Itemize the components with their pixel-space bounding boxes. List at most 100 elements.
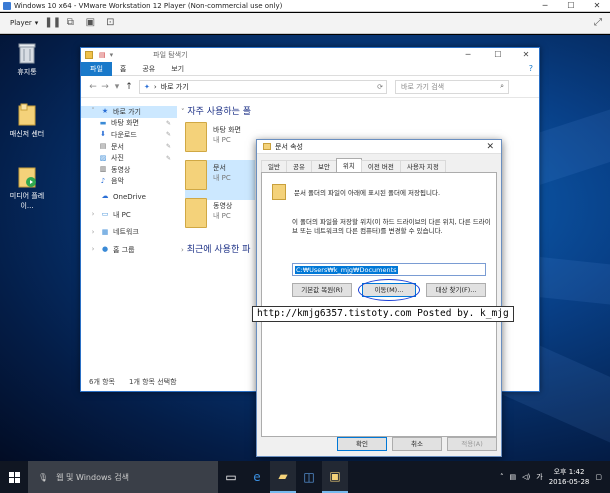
show-hidden-icons-icon[interactable]: ˄ [500,473,504,481]
restore-default-button[interactable]: 기본값 복원(R) [292,283,352,297]
sidebar-item-label: 내 PC [113,210,131,219]
find-target-button[interactable]: 대상 찾기(F)... [426,283,486,297]
vmware-app-icon [3,1,11,10]
desktop-icon-label: 미디어 플레이... [9,192,45,210]
network-icon: ▦ [101,227,109,236]
sidebar-item-onedrive[interactable]: ☁ OneDrive [81,191,177,203]
sidebar-item-downloads[interactable]: ⬇ 다운로드 ✎ [81,129,177,141]
apply-button[interactable]: 적용(A) [447,437,497,451]
taskbar-search-box[interactable]: 🎙 웹 및 Windows 검색 [28,461,218,493]
picture-icon: ▨ [99,153,107,162]
unity-icon[interactable]: ⊡ [104,17,116,29]
folder-icon [185,122,207,152]
chevron-right-icon: › [91,227,95,236]
up-arrow-icon[interactable]: ↑ [123,82,135,92]
desktop-icon-messenger-center[interactable]: 매신저 센터 [4,103,50,139]
section-header-frequent[interactable]: ˅ 자주 사용하는 폴 [181,104,251,117]
player-menu-label: Player [10,19,32,27]
file-explorer-taskbar-icon[interactable]: ▰ [270,461,296,493]
windows-logo-icon [8,471,20,483]
status-item-count: 6개 항목 [89,378,115,386]
folder-name: 바탕 화면 [213,126,241,134]
address-bar[interactable]: ✦ › 바로 가기 ⟳ [139,79,387,94]
ribbon-tab-view[interactable]: 보기 [163,62,192,76]
chevron-right-icon: › [91,210,95,219]
explorer-close-button[interactable]: ✕ [511,48,541,62]
dialog-titlebar: 문서 속성 ✕ [257,140,501,154]
tab-previous-versions[interactable]: 이전 버전 [360,160,401,172]
ribbon-tab-share[interactable]: 공유 [134,62,163,76]
tab-customize[interactable]: 사용자 지정 [399,160,446,172]
sidebar-item-quick-access[interactable]: ˅ ★ 바로 가기 [81,106,177,118]
desktop-icon-media-player[interactable]: 미디어 플레이... [4,165,50,211]
location-path-field[interactable]: C:₩Users₩k_mjg₩Documents [292,263,486,276]
desktop-icon-label: 매신저 센터 [9,130,45,138]
section-header-recent[interactable]: › 최근에 사용한 파 [181,242,250,255]
notifications-icon[interactable]: ▢ [595,473,602,481]
clock[interactable]: 오후 1:42 2016-05-28 [549,467,590,487]
star-icon: ★ [101,107,109,116]
tab-sharing[interactable]: 공유 [285,160,312,172]
folder-location: 내 PC [213,136,231,144]
chevron-down-icon[interactable]: ▾ [110,51,114,59]
send-ctrl-alt-del-icon[interactable]: ⧉ [64,17,76,29]
status-selected-count: 1개 항목 선택함 [129,378,177,386]
explorer-minimize-button[interactable]: ─ [453,48,483,62]
player-menu-button[interactable]: Player ▾ [10,19,38,27]
folder-item-desktop[interactable]: 바탕 화면 내 PC [185,122,255,162]
edge-browser-icon[interactable]: e [244,461,270,493]
sidebar-item-this-pc[interactable]: › ▭ 내 PC [81,209,177,221]
recent-locations-icon[interactable]: ▾ [111,82,123,92]
properties-icon[interactable]: ▤ [99,51,106,59]
fit-guest-icon[interactable]: ▣ [84,17,96,29]
language-icon[interactable]: 가 [536,472,542,482]
folder-icon [185,198,207,228]
dialog-close-button[interactable]: ✕ [486,142,494,152]
forward-arrow-icon[interactable]: → [99,82,111,92]
address-bar-text: 바로 가기 [160,82,189,91]
tab-general[interactable]: 일반 [261,160,287,172]
minimize-button[interactable]: ─ [532,0,558,12]
folder-icon [185,160,207,190]
search-input[interactable]: 바로 가기 검색 ⌕ [395,79,509,94]
pin-icon: ✎ [165,119,171,127]
fullscreen-icon[interactable]: ⤢ [592,17,604,29]
volume-icon[interactable]: ◁) [522,473,530,481]
start-button[interactable] [0,461,28,493]
search-placeholder: 바로 가기 검색 [401,82,445,91]
sidebar-item-desktop[interactable]: ▬ 바탕 화면 ✎ [81,118,177,130]
ribbon-tab-home[interactable]: 홈 [112,62,134,76]
tab-location[interactable]: 위치 [335,158,362,172]
network-status-icon[interactable]: ▤ [509,473,516,481]
store-icon[interactable]: ◫ [296,461,322,493]
properties-taskbar-icon[interactable]: ▣ [322,461,348,493]
cancel-button[interactable]: 취소 [392,437,442,451]
taskbar-search-placeholder: 웹 및 Windows 검색 [56,472,129,482]
maximize-button[interactable]: ☐ [558,0,584,12]
desktop-icon-recycle-bin[interactable]: 휴지통 [4,41,50,77]
ok-button[interactable]: 확인 [337,437,387,451]
sidebar-item-network[interactable]: › ▦ 네트워크 [81,226,177,238]
sidebar-item-videos[interactable]: ▥ 동영상 [81,164,177,176]
folder-item-videos[interactable]: 동영상 내 PC [185,198,255,238]
sidebar-item-documents[interactable]: ▤ 문서 ✎ [81,141,177,153]
pause-icon[interactable]: ❚❚ [44,17,61,29]
taskbar: 🎙 웹 및 Windows 검색 ▭ e ▰ ◫ ▣ ˄ ▤ ◁) 가 오후 1… [0,461,610,493]
back-arrow-icon[interactable]: ← [87,82,99,92]
refresh-icon[interactable]: ⟳ [377,83,383,91]
close-button[interactable]: ✕ [584,0,610,12]
explorer-maximize-button[interactable]: ☐ [483,48,513,62]
folder-icon [272,184,286,200]
location-tab-panel: 문서 폴더의 파일이 아래에 표시된 폴더에 저장됩니다. 이 폴더의 파일을 … [261,172,497,437]
folder-icon [85,51,93,59]
task-view-icon[interactable]: ▭ [218,461,244,493]
sidebar-item-music[interactable]: ♪ 음악 [81,176,177,188]
ribbon-tab-file[interactable]: 파일 [81,61,112,76]
chevron-right-icon: › [181,246,184,254]
folder-icon [263,143,271,150]
folder-item-documents[interactable]: 문서 내 PC [185,160,255,200]
sidebar-item-pictures[interactable]: ▨ 사진 ✎ [81,152,177,164]
help-icon[interactable]: ? [529,64,533,73]
tab-security[interactable]: 보안 [310,160,337,172]
sidebar-item-homegroup[interactable]: › ● 홈 그룹 [81,244,177,256]
